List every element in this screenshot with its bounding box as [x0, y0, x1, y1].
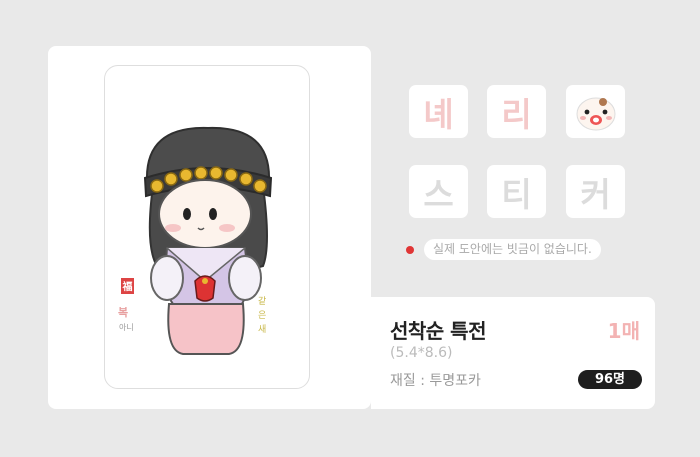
- svg-text:복: 복: [118, 305, 128, 319]
- sticker-label: 리: [501, 94, 532, 134]
- sticker-label: 스: [423, 174, 454, 214]
- sticker-label: 커: [580, 174, 611, 214]
- sticker-tile-1: 녜: [409, 85, 468, 138]
- sticker-label: 티: [501, 174, 532, 214]
- character-illustration: 福 복 아니 같 은 새: [118, 126, 273, 355]
- sticker-tile-3: [566, 85, 625, 138]
- sticker-tile-4: 스: [409, 165, 468, 218]
- benefit-title: 선착순 특전: [390, 319, 486, 343]
- svg-text:새: 새: [258, 324, 266, 335]
- recipient-count-badge: 96명: [578, 370, 642, 389]
- sticker-tile-5: 티: [487, 165, 546, 218]
- svg-text:은: 은: [258, 310, 266, 321]
- svg-text:福: 福: [122, 280, 133, 293]
- baby-face-icon: [576, 97, 615, 130]
- svg-text:아니: 아니: [119, 322, 134, 332]
- notice-text: 실제 도안에는 빗금이 없습니다.: [424, 239, 601, 260]
- sticker-tile-6: 커: [566, 165, 625, 218]
- sticker-label: 녜: [423, 94, 454, 134]
- sticker-tile-2: 리: [487, 85, 546, 138]
- card-material: 재질 : 투명포카: [390, 373, 481, 389]
- photocard-preview: 福 복 아니 같 은 새: [104, 65, 310, 389]
- card-size: (5.4*8.6): [390, 345, 453, 361]
- notice-dot-icon: [406, 246, 414, 254]
- benefit-quantity: 1매: [607, 319, 640, 343]
- svg-text:같: 같: [258, 295, 266, 307]
